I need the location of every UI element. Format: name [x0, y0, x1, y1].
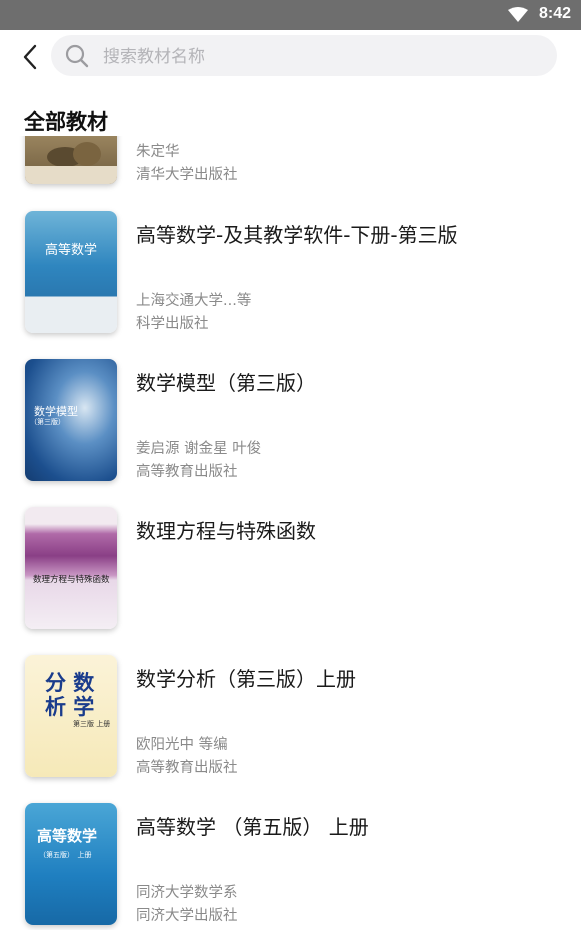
book-item[interactable]: 朱定华 清华大学出版社 [0, 136, 581, 192]
book-list: 朱定华 清华大学出版社 高等数学 高等数学-及其教学软件-下册-第三版 上海交通… [0, 136, 581, 930]
top-bar [0, 30, 581, 84]
cover-subtitle: （第五版） 上册 [39, 851, 92, 859]
cover-title: 高等数学 [37, 827, 98, 845]
search-input[interactable] [101, 35, 545, 78]
book-cover [25, 136, 117, 184]
book-cover: 分 数 析 学 第三版 上册 [25, 655, 117, 777]
book-publisher: 清华大学出版社 [136, 167, 238, 183]
painting-image [25, 142, 117, 184]
book-title: 高等数学 （第五版） 上册 [136, 815, 369, 839]
book-title: 数学分析（第三版）上册 [136, 667, 356, 691]
book-author: 上海交通大学...等 [136, 293, 252, 309]
cover-title: 高等数学 [45, 243, 98, 258]
book-cover: 数理方程与特殊函数 [25, 507, 117, 629]
back-arrow-icon[interactable] [16, 42, 46, 72]
cover-subtitle: 第三版 上册 [73, 720, 111, 728]
search-bar[interactable] [51, 35, 557, 78]
book-author: 姜启源 谢金星 叶俊 [136, 441, 262, 457]
book-title: 数理方程与特殊函数 [136, 519, 316, 543]
book-publisher: 同济大学出版社 [136, 908, 238, 924]
book-item[interactable]: 数理方程与特殊函数 数理方程与特殊函数 [0, 507, 581, 637]
book-author: 同济大学数学系 [136, 885, 238, 901]
cover-subtitle: （第三版） [30, 418, 65, 426]
book-item[interactable]: 高等数学 高等数学-及其教学软件-下册-第三版 上海交通大学...等 科学出版社 [0, 211, 581, 341]
book-publisher: 高等教育出版社 [136, 760, 238, 776]
status-time: 8:42 [538, 5, 571, 22]
book-item[interactable]: 分 数 析 学 第三版 上册 数学分析（第三版）上册 欧阳光中 等编 高等教育出… [0, 655, 581, 785]
book-cover: 数学模型 （第三版） [25, 359, 117, 481]
book-cover: 高等数学 [25, 211, 117, 333]
book-cover: 高等数学 （第五版） 上册 [25, 803, 117, 925]
status-bar: 8:42 [0, 0, 581, 30]
search-icon [65, 44, 89, 68]
book-publisher: 高等教育出版社 [136, 464, 238, 480]
book-author: 朱定华 [136, 144, 180, 160]
book-title: 数学模型（第三版） [136, 371, 316, 395]
section-title: 全部教材 [24, 106, 114, 136]
cover-title-2: 析 学 [45, 694, 95, 719]
book-item[interactable]: 高等数学 （第五版） 上册 高等数学 （第五版） 上册 同济大学数学系 同济大学… [0, 803, 581, 930]
cover-title: 数理方程与特殊函数 [33, 575, 110, 585]
wifi-icon [508, 7, 528, 22]
book-item[interactable]: 数学模型 （第三版） 数学模型（第三版） 姜启源 谢金星 叶俊 高等教育出版社 [0, 359, 581, 489]
book-publisher: 科学出版社 [136, 316, 209, 332]
book-title: 高等数学-及其教学软件-下册-第三版 [136, 223, 458, 247]
book-author: 欧阳光中 等编 [136, 737, 228, 753]
